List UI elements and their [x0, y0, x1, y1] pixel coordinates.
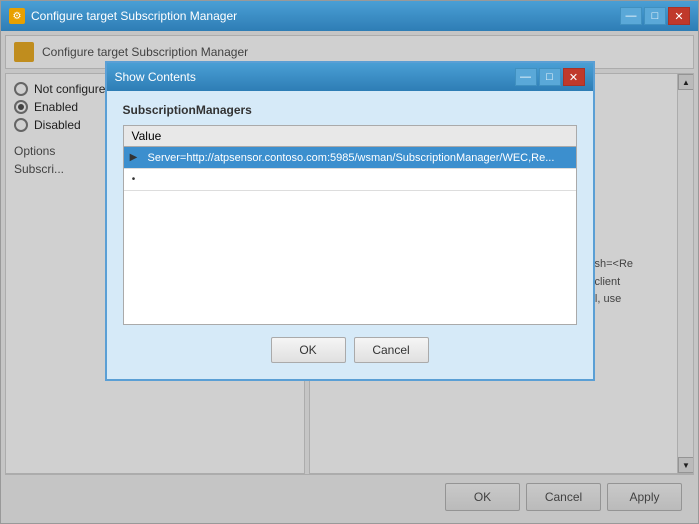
main-content: Configure target Subscription Manager No… — [1, 31, 698, 523]
dialog-close-btn[interactable]: ✕ — [563, 68, 585, 86]
dialog-title-bar: Show Contents — □ ✕ — [107, 63, 593, 91]
close-button[interactable]: ✕ — [668, 7, 690, 25]
dialog-overlay: Show Contents — □ ✕ SubscriptionManagers… — [1, 31, 698, 523]
show-contents-dialog: Show Contents — □ ✕ SubscriptionManagers… — [105, 61, 595, 381]
dialog-table-container: Value ▶ Server=http://atpsensor.contoso.… — [123, 125, 577, 325]
dialog-title-btns: — □ ✕ — [515, 68, 585, 86]
dialog-content: SubscriptionManagers Value ▶ Server=http… — [107, 91, 593, 379]
row-cell-1: Server=http://atpsensor.contoso.com:5985… — [144, 150, 576, 166]
dialog-cancel-btn[interactable]: Cancel — [354, 337, 429, 363]
row-arrow-1: ▶ — [124, 152, 144, 163]
title-buttons: — □ ✕ — [620, 7, 690, 25]
dialog-table-body: ▶ Server=http://atpsensor.contoso.com:59… — [124, 147, 576, 297]
dialog-restore-btn[interactable]: □ — [539, 68, 561, 86]
dialog-section-title: SubscriptionManagers — [123, 103, 577, 117]
main-window-title: Configure target Subscription Manager — [31, 9, 237, 23]
dialog-actions: OK Cancel — [123, 337, 577, 367]
row-cell-2 — [144, 178, 576, 182]
main-window: ⚙ Configure target Subscription Manager … — [0, 0, 699, 524]
dialog-table-row-2[interactable]: • — [124, 169, 576, 191]
dialog-ok-btn[interactable]: OK — [271, 337, 346, 363]
dialog-table-header: Value — [124, 126, 576, 147]
dialog-title: Show Contents — [115, 70, 196, 84]
row-arrow-2: • — [124, 174, 144, 185]
title-bar: ⚙ Configure target Subscription Manager … — [1, 1, 698, 31]
maximize-button[interactable]: □ — [644, 7, 666, 25]
title-bar-left: ⚙ Configure target Subscription Manager — [9, 8, 237, 24]
dialog-minimize-btn[interactable]: — — [515, 68, 537, 86]
dialog-table-row-1[interactable]: ▶ Server=http://atpsensor.contoso.com:59… — [124, 147, 576, 169]
app-icon: ⚙ — [9, 8, 25, 24]
minimize-button[interactable]: — — [620, 7, 642, 25]
